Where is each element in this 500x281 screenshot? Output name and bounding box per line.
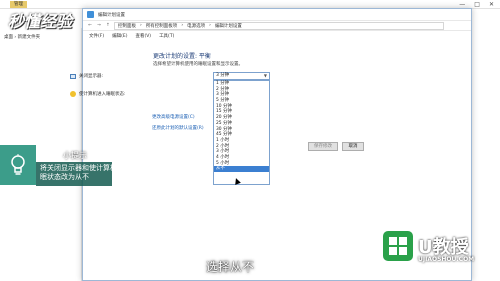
restore-defaults-link[interactable]: 还原此计划的默认设置(R) bbox=[152, 125, 204, 131]
menu-tools[interactable]: 工具(T) bbox=[159, 33, 174, 39]
breadcrumb-item[interactable]: 控制面板 bbox=[118, 23, 136, 29]
dropdown-option[interactable]: 从不 bbox=[214, 166, 269, 172]
video-subtitle: 选择从不 bbox=[206, 260, 255, 274]
breadcrumb-item[interactable]: 所有控制面板项 bbox=[146, 23, 178, 29]
display-off-label: 关闭显示器: bbox=[79, 74, 104, 79]
display-off-row: 关闭显示器: bbox=[70, 73, 103, 79]
tip-icon-box bbox=[0, 145, 36, 185]
page-title: 更改计划的设置: 平衡 bbox=[153, 53, 211, 60]
monitor-icon bbox=[70, 73, 76, 79]
address-bar: ← → ↑ 控制面板 › 所有控制面板项 › 电源选项 › 编辑计划设置 bbox=[83, 21, 471, 31]
back-arrow-icon[interactable]: ← bbox=[87, 23, 93, 28]
menu-edit[interactable]: 编辑(E) bbox=[112, 33, 127, 39]
chevron-down-icon: ▼ bbox=[263, 73, 267, 78]
display-off-dropdown-list[interactable]: 1 分钟 2 分钟 3 分钟 5 分钟 10 分钟 15 分钟 20 分钟 25 分钟 30 分… bbox=[213, 80, 270, 185]
cancel-button[interactable]: 取消 bbox=[342, 142, 364, 151]
explorer-breadcrumb[interactable]: 桌面 › 新建文件夹 bbox=[4, 34, 40, 40]
breadcrumb-item[interactable]: 编辑计划设置 bbox=[215, 23, 242, 29]
display-off-value: 3 分钟 bbox=[216, 73, 230, 78]
page-description: 选择希望计算机使用的睡眠设置和显示设置。 bbox=[153, 62, 243, 67]
tip-text: 将关闭显示器和使计算机进入睡眠状态改为从不 bbox=[40, 164, 138, 181]
menu-bar: 文件(F) 编辑(E) 查看(V) 工具(T) bbox=[83, 31, 471, 40]
chevron-right-icon: › bbox=[209, 23, 211, 28]
menu-view[interactable]: 查看(V) bbox=[135, 33, 151, 39]
sleep-row: 使计算机进入睡眠状态: bbox=[70, 91, 126, 97]
window-title: 编辑计划设置 bbox=[98, 13, 125, 18]
save-button[interactable]: 保存修改 bbox=[308, 142, 338, 151]
control-panel-icon bbox=[87, 11, 94, 18]
explorer-manage-tab[interactable]: 管理 bbox=[10, 1, 27, 8]
chevron-right-icon: › bbox=[140, 23, 142, 28]
tip-title: 小提示 bbox=[63, 151, 87, 160]
menu-file[interactable]: 文件(F) bbox=[89, 33, 104, 39]
breadcrumb-item[interactable]: 电源选项 bbox=[187, 23, 205, 29]
watermark-url: UJIAOSHOU.COM bbox=[418, 256, 475, 263]
minimize-icon[interactable]: — bbox=[459, 1, 465, 8]
chevron-right-icon: › bbox=[181, 23, 184, 28]
display-off-select[interactable]: 3 分钟 ▼ bbox=[213, 72, 270, 80]
ujiaoshou-logo-icon bbox=[381, 229, 415, 263]
sleep-moon-icon bbox=[70, 91, 76, 97]
sleep-label: 使计算机进入睡眠状态: bbox=[79, 92, 126, 97]
lightbulb-icon bbox=[11, 154, 25, 175]
up-arrow-icon[interactable]: ↑ bbox=[105, 23, 111, 28]
close-icon[interactable]: ✕ bbox=[489, 1, 494, 8]
control-panel-titlebar: 编辑计划设置 bbox=[83, 9, 471, 21]
advanced-settings-link[interactable]: 更改高级电源设置(C) bbox=[152, 114, 195, 120]
maximize-icon[interactable]: □ bbox=[474, 1, 480, 8]
watermark-top-left: 秒懂经验 bbox=[8, 12, 73, 31]
breadcrumb[interactable]: 控制面板 › 所有控制面板项 › 电源选项 › 编辑计划设置 bbox=[114, 21, 444, 30]
forward-arrow-icon[interactable]: → bbox=[96, 23, 102, 28]
